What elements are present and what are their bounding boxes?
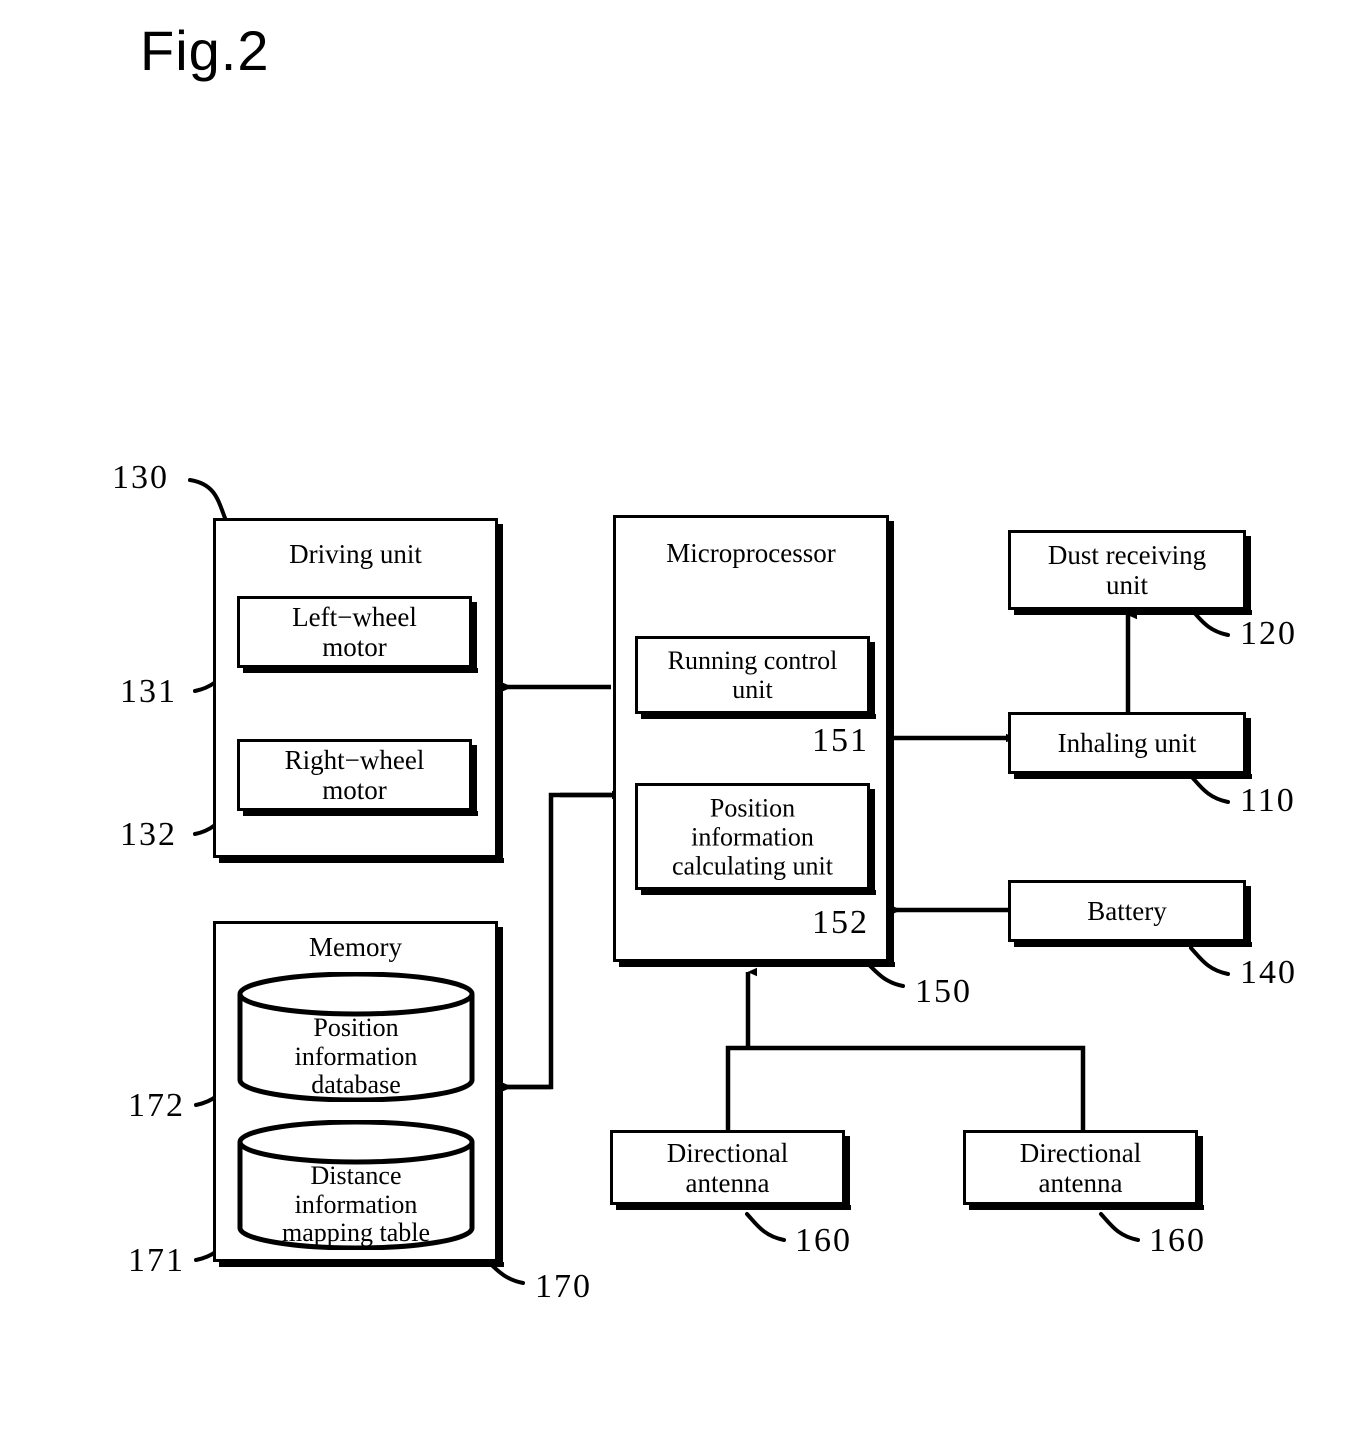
refnum-151: 151 [812,722,869,759]
inhaling-unit-label: Inhaling unit [1057,727,1197,758]
leader-160-right [1099,1212,1140,1242]
position-info-calc-shadow [641,890,876,895]
pos-db-line2: information [294,1041,418,1071]
memory-shadow-right [498,927,503,1267]
refnum-130: 130 [112,459,169,496]
driving-unit-title: Driving unit [289,539,422,569]
antenna-right-line1: Directional [1019,1137,1142,1168]
directional-antenna-right-box[interactable]: Directional antenna [963,1130,1198,1205]
driving-unit-shadow-right [498,524,503,863]
antenna-left-line1: Directional [666,1137,789,1168]
running-control-unit-line1: Running control [667,645,838,675]
running-control-unit-shadow [641,714,876,719]
left-wheel-motor-line2: motor [322,632,387,662]
refnum-110: 110 [1240,782,1296,819]
battery-shadow-right [1246,886,1251,947]
running-control-unit-box[interactable]: Running control unit [635,636,870,714]
refnum-160-right: 160 [1149,1222,1206,1259]
right-wheel-motor-shadow-right [472,745,477,816]
refnum-160-left: 160 [795,1222,852,1259]
memory-box[interactable]: Memory Position information database Dis… [213,921,498,1262]
driving-unit-box[interactable]: Driving unit Left−wheel motor Right−whee… [213,518,498,858]
inhaling-unit-box[interactable]: Inhaling unit [1008,712,1246,774]
battery-shadow-bottom [1014,942,1252,947]
dist-tbl-line2: information [294,1189,418,1219]
microprocessor-shadow-right [889,521,894,967]
inhaling-unit-shadow-right [1246,718,1251,779]
driving-unit-shadow-bottom [219,858,504,863]
position-info-calc-unit-box[interactable]: Position information calculating unit [635,783,870,890]
directional-antenna-right-label: Directional antenna [966,1137,1195,1197]
refnum-132: 132 [120,816,177,853]
memory-shadow-bottom [219,1262,504,1267]
refnum-172: 172 [128,1087,185,1124]
figure-canvas: Fig.2 Driving unit Left−wheel motor Righ… [0,0,1355,1430]
refnum-150: 150 [915,973,972,1010]
leader-130 [188,478,227,520]
antenna-right-shadow-bottom [969,1205,1204,1210]
left-wheel-motor-shadow [243,668,478,673]
dist-tbl-line1: Distance [310,1161,402,1190]
position-info-calc-line1: Position [709,792,796,822]
dust-unit-line2: unit [1105,570,1148,600]
dust-receiving-unit-shadow-bottom [1014,610,1252,615]
dust-receiving-unit-box[interactable]: Dust receiving unit [1008,530,1246,610]
wire-antenna-bracket [725,1045,1086,1130]
pos-db-line3: database [311,1070,401,1100]
position-info-calc-line3: calculating unit [671,851,833,881]
refnum-131: 131 [120,673,177,710]
antenna-left-shadow-bottom [616,1205,851,1210]
antenna-left-line2: antenna [685,1167,770,1198]
wire-memory-mpu-path [504,792,611,1090]
battery-box[interactable]: Battery [1008,880,1246,942]
antenna-right-line2: antenna [1038,1167,1123,1198]
antenna-left-shadow-right [845,1136,850,1210]
pos-db-line1: Position [313,1013,399,1042]
position-info-calc-unit-label: Position information calculating unit [638,793,867,880]
left-wheel-motor-box[interactable]: Left−wheel motor [237,596,472,668]
left-wheel-motor-line1: Left−wheel [292,601,417,632]
running-control-unit-label: Running control unit [638,646,867,704]
distance-information-mapping-table-cylinder[interactable]: Distance information mapping table [236,1120,476,1250]
memory-title: Memory [309,932,402,962]
position-info-calc-line2: information [691,821,814,851]
position-info-calc-shadow-right [870,789,875,895]
leader-160-left [745,1212,786,1242]
left-wheel-motor-label: Left−wheel motor [240,602,469,662]
right-wheel-motor-shadow [243,811,478,816]
left-wheel-motor-shadow-right [472,602,477,673]
right-wheel-motor-label: Right−wheel motor [240,745,469,805]
dust-receiving-unit-label: Dust receiving unit [1011,540,1243,600]
figure-title: Fig.2 [140,19,270,82]
right-wheel-motor-line1: Right−wheel [284,744,425,775]
microprocessor-shadow-bottom [619,962,895,967]
leader-110 [1189,774,1230,804]
dust-unit-line1: Dust receiving [1047,539,1207,570]
position-information-database-cylinder[interactable]: Position information database [236,972,476,1102]
inhaling-unit-shadow-bottom [1014,774,1252,779]
refnum-120: 120 [1240,615,1297,652]
microprocessor-title: Microprocessor [666,538,836,568]
position-information-database-label: Position information database [236,1013,476,1100]
right-wheel-motor-box[interactable]: Right−wheel motor [237,739,472,811]
running-control-unit-shadow-right [870,642,875,719]
dust-receiving-unit-shadow-right [1246,536,1251,615]
running-control-unit-line2: unit [732,675,773,704]
antenna-right-shadow-right [1198,1136,1203,1210]
dist-tbl-line3: mapping table [281,1218,430,1248]
directional-antenna-left-box[interactable]: Directional antenna [610,1130,845,1205]
leader-140 [1189,946,1230,976]
refnum-140: 140 [1240,954,1297,991]
refnum-171: 171 [128,1242,185,1279]
battery-label: Battery [1087,895,1167,926]
refnum-170: 170 [535,1268,592,1305]
right-wheel-motor-line2: motor [322,775,387,805]
directional-antenna-left-label: Directional antenna [613,1137,842,1197]
distance-information-mapping-table-label: Distance information mapping table [236,1161,476,1248]
refnum-152: 152 [812,904,869,941]
